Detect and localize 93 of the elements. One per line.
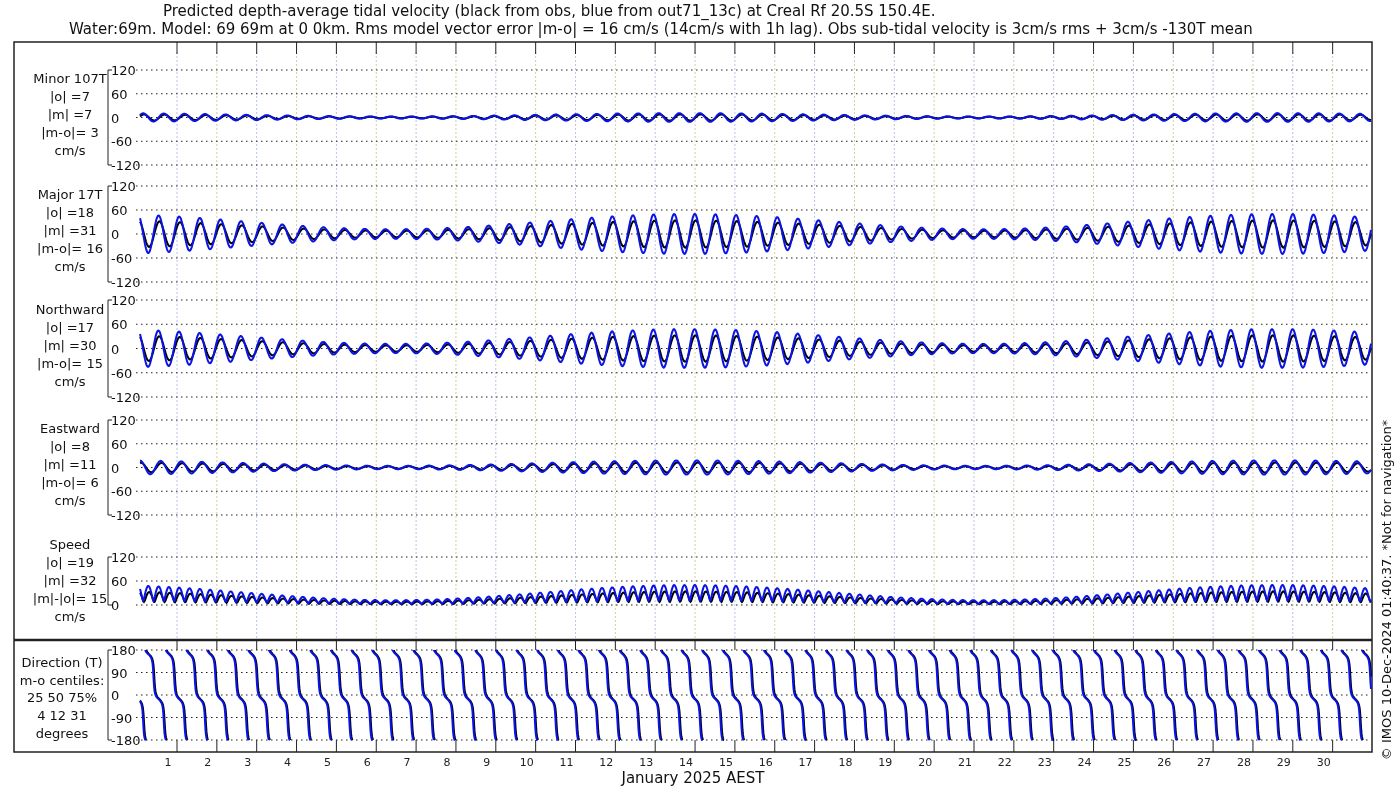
- day-label: 22: [997, 756, 1012, 769]
- panel-label: Minor 107T: [33, 70, 107, 86]
- panel-label: |m|-|o|= 15: [32, 591, 108, 606]
- plot-title: Water:69m. Model: 69 69m at 0 0km. Rms model vector error |m-o| = 16 cm/s (14cm/s with 1h lag). Obs sub-tidal velocity is 3cm/s rms + 3cm/s -130T mean: [69, 20, 1253, 38]
- y-tick-label: 120: [111, 293, 136, 308]
- panel-label: |m| =30: [43, 337, 97, 353]
- day-label: 23: [1037, 756, 1052, 769]
- panel-label: |o| =18: [45, 205, 95, 220]
- y-tick-label: 90: [111, 665, 128, 681]
- day-label: 26: [1157, 756, 1172, 769]
- y-tick-label: 0: [111, 598, 120, 613]
- day-label: 13: [639, 756, 654, 769]
- day-label: 2: [204, 756, 212, 769]
- panel-label: |m| =11: [43, 456, 97, 472]
- panel-label: cm/s: [54, 142, 86, 158]
- day-label: 27: [1197, 756, 1212, 769]
- y-tick-label: -60: [111, 134, 133, 150]
- panel-label: Speed: [49, 537, 91, 552]
- day-label: 18: [838, 756, 853, 769]
- panel-label: 4 12 31: [37, 708, 87, 724]
- y-tick-label: 120: [111, 63, 136, 78]
- y-tick-label: 120: [111, 179, 136, 194]
- y-tick-label: 60: [111, 317, 128, 333]
- day-label: 3: [244, 756, 252, 769]
- panel-label: |o| =17: [45, 319, 95, 335]
- day-label: 7: [403, 756, 411, 769]
- y-tick-label: 0: [111, 460, 120, 476]
- panel-label: |m-o|= 16: [37, 241, 103, 256]
- y-tick-label: 0: [111, 341, 120, 357]
- y-tick-label: -180: [111, 733, 141, 748]
- panel-label: Major 17T: [37, 187, 103, 202]
- panel-label: degrees: [35, 725, 89, 741]
- y-tick-label: 60: [111, 574, 128, 589]
- day-label: 29: [1276, 756, 1291, 769]
- panel-label: m-o centiles:: [19, 672, 105, 688]
- day-label: 10: [519, 756, 534, 769]
- panel-label: |m| =7: [47, 106, 93, 122]
- day-label: 21: [958, 756, 972, 769]
- day-label: 19: [878, 756, 893, 769]
- panel-label: |m-o|= 6: [41, 474, 99, 490]
- y-tick-label: -120: [111, 508, 141, 523]
- y-tick-label: -60: [111, 251, 133, 266]
- day-label: 24: [1077, 756, 1092, 769]
- y-tick-label: 60: [111, 203, 128, 218]
- day-label: 11: [559, 756, 574, 769]
- day-label: 15: [718, 756, 733, 769]
- panel-label: |m-o|= 3: [41, 124, 99, 140]
- y-tick-label: -120: [111, 275, 141, 290]
- y-tick-label: 0: [111, 110, 120, 126]
- y-tick-label: -120: [111, 390, 141, 405]
- y-tick-label: -90: [111, 710, 133, 726]
- y-tick-label: 0: [111, 227, 120, 242]
- x-axis-label: January 2025 AEST: [621, 769, 765, 787]
- y-tick-label: -120: [111, 158, 141, 173]
- day-label: 30: [1316, 756, 1331, 769]
- panel-label: cm/s: [54, 373, 86, 389]
- panel-label: Northward: [35, 301, 105, 317]
- panel-label: |o| =19: [45, 555, 95, 570]
- y-tick-label: -60: [111, 365, 133, 381]
- day-label: 17: [798, 756, 813, 769]
- y-tick-label: 60: [111, 436, 128, 452]
- panel-label: cm/s: [54, 259, 86, 274]
- panel-label: 25 50 75%: [26, 690, 98, 706]
- day-label: 14: [679, 756, 694, 769]
- day-label: 6: [363, 756, 371, 769]
- y-tick-label: -60: [111, 484, 133, 500]
- day-label: 1: [164, 756, 172, 769]
- day-label: 16: [758, 756, 773, 769]
- panel-label: |o| =7: [50, 88, 90, 104]
- day-label: 8: [443, 756, 451, 769]
- y-tick-label: 120: [111, 550, 136, 565]
- y-tick-label: 180: [111, 643, 136, 658]
- y-tick-label: 120: [111, 413, 136, 428]
- day-label: 9: [483, 756, 491, 769]
- panel-label: cm/s: [54, 609, 86, 624]
- day-label: 25: [1117, 756, 1132, 769]
- plot-title: Predicted depth-average tidal velocity (black from obs, blue from out71_13c) at Creal Rf 20.5S 150.4E.: [163, 2, 936, 20]
- y-axis-line: [107, 556, 113, 606]
- day-label: 5: [323, 756, 331, 769]
- day-label: 28: [1236, 756, 1251, 769]
- panel-label: |m| =31: [43, 223, 97, 238]
- day-label: 4: [284, 756, 292, 769]
- panel-label: Direction (T): [21, 655, 103, 670]
- panel-label: |m-o|= 15: [37, 355, 103, 371]
- y-tick-label: 0: [111, 688, 120, 703]
- panel-label: |o| =8: [50, 438, 90, 454]
- copyright-note: © IMOS 10-Dec-2024 01:40:37. *Not for navigation*: [1379, 419, 1394, 761]
- y-tick-label: 60: [111, 86, 128, 102]
- panel-label: Eastward: [40, 420, 100, 436]
- day-label: 12: [599, 756, 614, 769]
- panel-label: |m| =32: [43, 573, 97, 588]
- day-label: 20: [918, 756, 933, 769]
- panel-label: cm/s: [54, 492, 86, 508]
